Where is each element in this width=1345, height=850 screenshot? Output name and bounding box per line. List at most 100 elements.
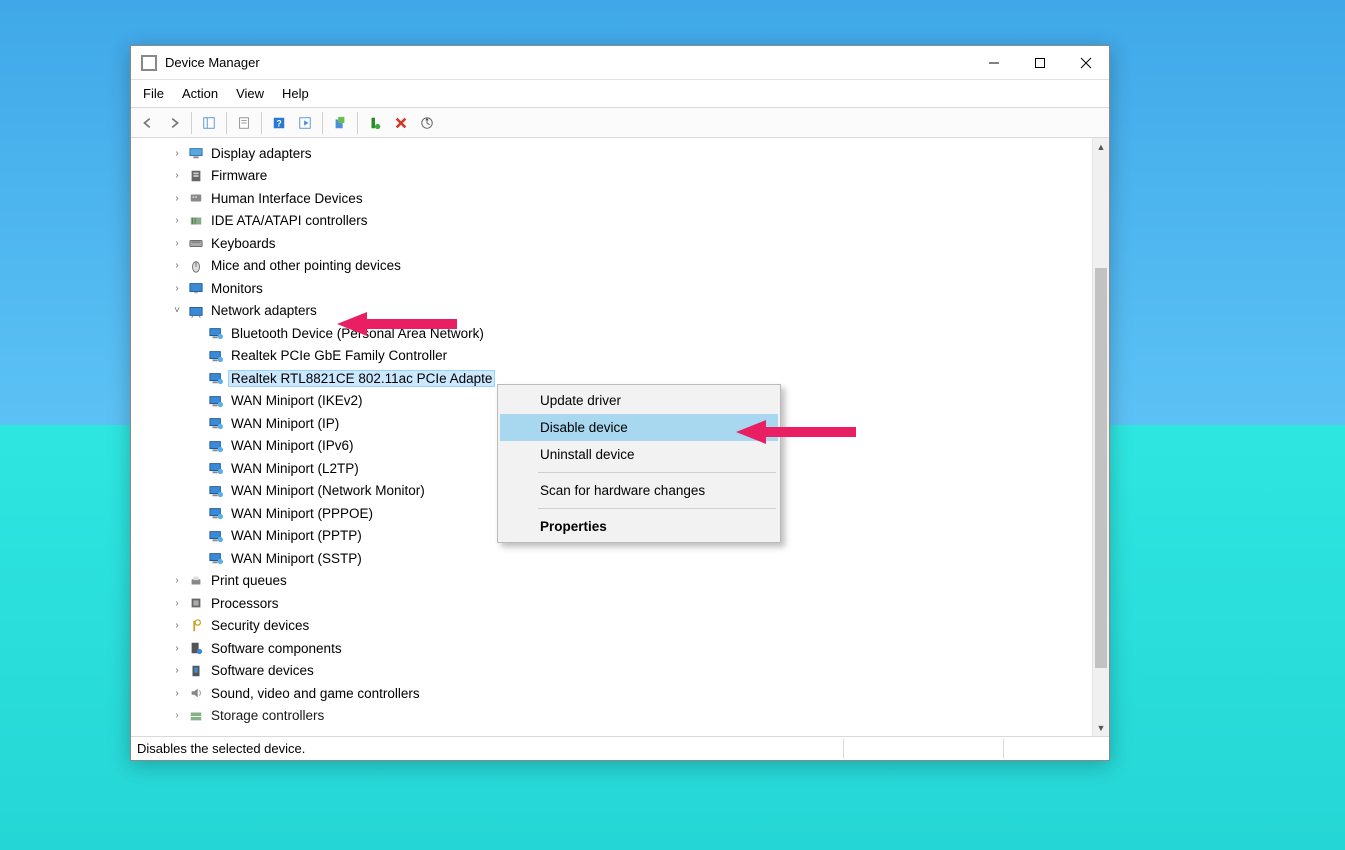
device-label: WAN Miniport (L2TP) xyxy=(229,461,361,476)
expand-icon[interactable]: › xyxy=(169,688,185,699)
uninstall-button[interactable] xyxy=(388,111,414,135)
window-title: Device Manager xyxy=(165,55,260,70)
tree-category[interactable]: › Storage controllers xyxy=(161,705,1092,728)
expand-icon[interactable]: › xyxy=(169,643,185,654)
network-adapter-icon xyxy=(207,325,225,341)
device-label: WAN Miniport (IP) xyxy=(229,416,341,431)
tree-category[interactable]: ›Human Interface Devices xyxy=(161,187,1092,210)
enable-button[interactable] xyxy=(362,111,388,135)
maximize-button[interactable] xyxy=(1017,46,1063,80)
annotation-arrow-icon xyxy=(736,417,856,447)
context-menu-item[interactable]: Properties xyxy=(500,513,778,540)
category-icon xyxy=(187,145,205,161)
tree-category[interactable]: › Monitors xyxy=(161,277,1092,300)
expand-icon[interactable]: › xyxy=(169,260,185,271)
status-text: Disables the selected device. xyxy=(137,741,305,756)
category-label: Monitors xyxy=(209,281,265,296)
device-label: WAN Miniport (PPPOE) xyxy=(229,506,375,521)
category-label: Firmware xyxy=(209,168,269,183)
category-label: IDE ATA/ATAPI controllers xyxy=(209,213,370,228)
category-label: Display adapters xyxy=(209,146,314,161)
tree-device-item[interactable]: Realtek PCIe GbE Family Controller xyxy=(161,345,1092,368)
context-menu: Update driverDisable deviceUninstall dev… xyxy=(497,384,781,543)
menu-help[interactable]: Help xyxy=(282,86,309,101)
expand-icon[interactable]: › xyxy=(169,575,185,586)
category-icon xyxy=(187,663,205,679)
tree-category[interactable]: › IDE ATA/ATAPI controllers xyxy=(161,210,1092,233)
tree-category[interactable]: ›Mice and other pointing devices xyxy=(161,255,1092,278)
scan-hardware-button[interactable] xyxy=(414,111,440,135)
category-icon xyxy=(187,168,205,184)
tree-category[interactable]: › Firmware xyxy=(161,165,1092,188)
expand-icon[interactable]: › xyxy=(169,665,185,676)
statusbar: Disables the selected device. xyxy=(131,736,1109,760)
tree-category[interactable]: ›Processors xyxy=(161,592,1092,615)
expand-icon[interactable]: › xyxy=(169,598,185,609)
expand-icon[interactable]: › xyxy=(169,170,185,181)
update-driver-button[interactable] xyxy=(327,111,353,135)
scan-button[interactable] xyxy=(292,111,318,135)
expand-icon[interactable]: › xyxy=(169,193,185,204)
tree-device-item[interactable]: WAN Miniport (SSTP) xyxy=(161,547,1092,570)
scrollbar[interactable]: ▲ ▼ xyxy=(1092,138,1109,736)
menu-separator xyxy=(538,472,776,473)
expand-icon[interactable]: › xyxy=(169,710,185,721)
tree-category[interactable]: › Display adapters xyxy=(161,142,1092,165)
tree-category[interactable]: › Print queues xyxy=(161,570,1092,593)
device-label: WAN Miniport (PPTP) xyxy=(229,528,364,543)
tree-category[interactable]: › Keyboards xyxy=(161,232,1092,255)
category-icon xyxy=(187,618,205,634)
tree-category[interactable]: › Sound, video and game controllers xyxy=(161,682,1092,705)
category-icon xyxy=(187,708,205,724)
tree-device-item[interactable]: Bluetooth Device (Personal Area Network) xyxy=(161,322,1092,345)
help-button[interactable]: ? xyxy=(266,111,292,135)
annotation-arrow-icon xyxy=(337,309,457,339)
category-icon xyxy=(187,190,205,206)
scroll-thumb[interactable] xyxy=(1095,268,1107,668)
close-button[interactable] xyxy=(1063,46,1109,80)
category-label: Network adapters xyxy=(209,303,319,318)
category-icon xyxy=(187,235,205,251)
network-adapter-icon xyxy=(207,505,225,521)
category-label: Keyboards xyxy=(209,236,278,251)
category-label: Sound, video and game controllers xyxy=(209,686,422,701)
tree-category[interactable]: › Software devices xyxy=(161,660,1092,683)
menu-action[interactable]: Action xyxy=(182,86,218,101)
device-label: Realtek PCIe GbE Family Controller xyxy=(229,348,449,363)
expand-icon[interactable]: › xyxy=(169,215,185,226)
category-label: Software components xyxy=(209,641,344,656)
app-icon xyxy=(141,55,157,71)
expand-icon[interactable]: › xyxy=(169,238,185,249)
network-adapter-icon xyxy=(207,483,225,499)
scroll-down-icon[interactable]: ▼ xyxy=(1093,719,1109,736)
expand-icon[interactable]: › xyxy=(169,283,185,294)
device-label: Realtek RTL8821CE 802.11ac PCIe Adapte xyxy=(229,371,494,386)
network-adapter-icon xyxy=(207,438,225,454)
category-icon xyxy=(187,640,205,656)
tree-category[interactable]: › Security devices xyxy=(161,615,1092,638)
expand-icon[interactable]: › xyxy=(169,620,185,631)
context-menu-item[interactable]: Scan for hardware changes xyxy=(500,477,778,504)
minimize-button[interactable] xyxy=(971,46,1017,80)
category-label: Storage controllers xyxy=(209,708,326,723)
scroll-up-icon[interactable]: ▲ xyxy=(1093,138,1109,155)
forward-button[interactable] xyxy=(161,111,187,135)
network-adapter-icon xyxy=(207,528,225,544)
tree-category[interactable]: ˅ Network adapters xyxy=(161,300,1092,323)
menu-view[interactable]: View xyxy=(236,86,264,101)
collapse-icon[interactable]: ˅ xyxy=(169,305,185,316)
tree-category[interactable]: › Software components xyxy=(161,637,1092,660)
titlebar[interactable]: Device Manager xyxy=(131,46,1109,80)
category-icon xyxy=(187,685,205,701)
category-label: Security devices xyxy=(209,618,311,633)
category-label: Print queues xyxy=(209,573,289,588)
menu-file[interactable]: File xyxy=(143,86,164,101)
category-label: Software devices xyxy=(209,663,316,678)
properties-button[interactable] xyxy=(231,111,257,135)
show-hide-button[interactable] xyxy=(196,111,222,135)
toolbar: ? xyxy=(131,108,1109,138)
device-label: WAN Miniport (SSTP) xyxy=(229,551,364,566)
back-button[interactable] xyxy=(135,111,161,135)
context-menu-item[interactable]: Update driver xyxy=(500,387,778,414)
expand-icon[interactable]: › xyxy=(169,148,185,159)
